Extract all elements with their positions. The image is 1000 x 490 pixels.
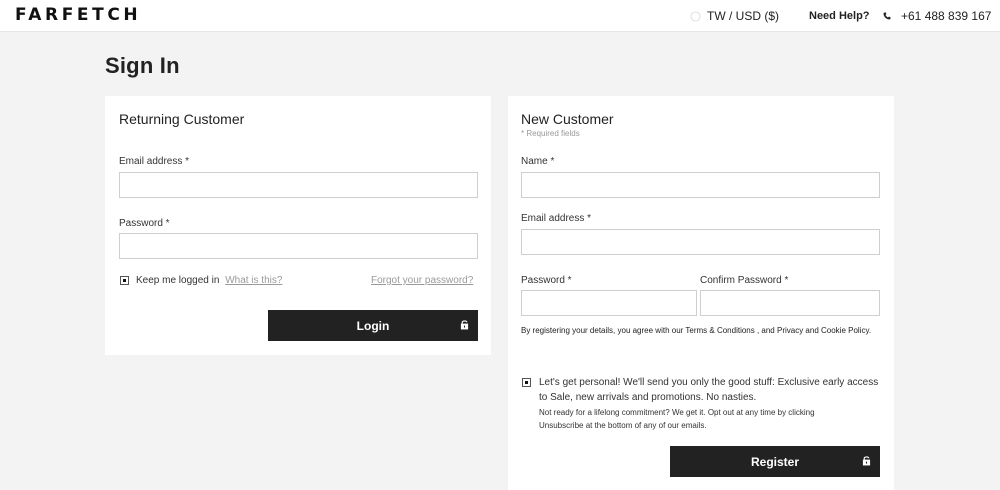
required-fields-note: * Required fields	[521, 129, 580, 138]
new-customer-title: New Customer	[521, 111, 614, 127]
login-button-label: Login	[356, 319, 390, 333]
keep-logged-in-row: Keep me logged in What is this?	[136, 275, 282, 286]
name-label: Name *	[521, 156, 555, 167]
keep-logged-in-checkbox[interactable]	[120, 276, 129, 285]
new-password-field[interactable]	[521, 290, 697, 316]
password-field[interactable]	[119, 233, 478, 259]
top-bar: FARFETCH TW / USD ($) Need Help? +61 488…	[0, 0, 1000, 32]
lock-icon	[862, 456, 871, 466]
farfetch-logo[interactable]: FARFETCH	[15, 5, 141, 25]
new-email-label: Email address *	[521, 213, 592, 224]
new-customer-panel: New Customer * Required fields Name * Em…	[508, 96, 894, 490]
password-label: Password *	[119, 218, 170, 229]
phone-icon	[883, 12, 891, 20]
name-field[interactable]	[521, 172, 880, 198]
newsletter-optin-checkbox[interactable]	[522, 378, 531, 387]
forgot-password-link[interactable]: Forgot your password?	[371, 275, 473, 286]
lock-icon	[460, 320, 469, 330]
confirm-password-label: Confirm Password *	[700, 275, 789, 286]
keep-logged-in-label: Keep me logged in	[136, 275, 220, 286]
new-email-field[interactable]	[521, 229, 880, 255]
confirm-password-field[interactable]	[700, 290, 880, 316]
phone-number: +61 488 839 167	[901, 9, 992, 23]
email-field[interactable]	[119, 172, 478, 198]
globe-icon	[690, 10, 701, 22]
returning-customer-panel: Returning Customer Email address * Passw…	[105, 96, 491, 355]
new-password-label: Password *	[521, 275, 572, 286]
login-button[interactable]: Login	[268, 310, 478, 341]
region-label: TW / USD ($)	[707, 9, 779, 23]
page-title: Sign In	[105, 53, 180, 78]
register-button-label: Register	[750, 455, 800, 469]
newsletter-optin-text: Let's get personal! We'll send you only …	[539, 377, 879, 403]
region-currency-selector[interactable]: TW / USD ($)	[690, 9, 779, 23]
returning-customer-title: Returning Customer	[119, 111, 245, 127]
terms-notice: By registering your details, you agree w…	[521, 326, 872, 335]
email-label: Email address *	[119, 156, 190, 167]
phone-link[interactable]: +61 488 839 167	[883, 9, 991, 23]
what-is-this-link[interactable]: What is this?	[225, 275, 282, 286]
need-help-link[interactable]: Need Help?	[809, 10, 870, 22]
register-button[interactable]: Register	[670, 446, 880, 477]
newsletter-optout-note: Not ready for a lifelong commitment? We …	[539, 408, 815, 430]
